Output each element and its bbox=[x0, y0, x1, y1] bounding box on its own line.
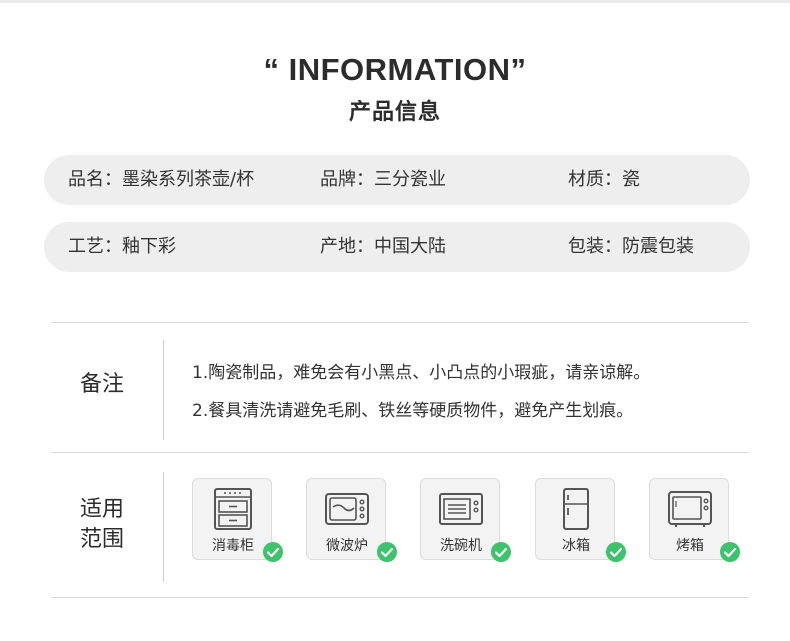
usage-card-label: 冰箱 bbox=[562, 538, 590, 554]
fridge-icon bbox=[563, 488, 589, 530]
sterilizer-icon bbox=[214, 488, 252, 530]
check-icon bbox=[606, 542, 626, 562]
check-icon bbox=[263, 542, 283, 562]
note-line-2: 2.餐具清洗请避免毛刷、铁丝等硬质物件，避免产生划痕。 bbox=[192, 401, 634, 421]
usage-card-fridge: 冰箱 bbox=[535, 478, 626, 562]
page-title-cn: 产品信息 bbox=[348, 100, 441, 125]
info-row-2: 工艺：釉下彩 产地：中国大陆 包装：防震包装 bbox=[44, 222, 750, 272]
info-row-1: 品名：墨染系列茶壶/杯 品牌：三分瓷业 材质：瓷 bbox=[44, 155, 750, 205]
usage-label-line-2: 范围 bbox=[79, 527, 124, 552]
oven-icon bbox=[668, 491, 712, 527]
note-line-1: 1.陶瓷制品，难免会有小黑点、小凸点的小瑕疵，请亲谅解。 bbox=[192, 363, 651, 383]
check-icon bbox=[377, 542, 397, 562]
info-material: 材质：瓷 bbox=[568, 169, 640, 190]
info-craft: 工艺：釉下彩 bbox=[68, 236, 176, 257]
page-title-en: “ INFORMATION” bbox=[263, 52, 527, 87]
microwave-icon bbox=[325, 493, 369, 525]
notes-label: 备注 bbox=[79, 372, 124, 397]
usage-card-oven: 烤箱 bbox=[649, 478, 740, 562]
usage-card-label: 微波炉 bbox=[326, 538, 368, 554]
usage-card-microwave: 微波炉 bbox=[306, 478, 397, 562]
usage-card-label: 洗碗机 bbox=[440, 538, 482, 554]
divider bbox=[52, 452, 748, 453]
usage-label-line-1: 适用 bbox=[79, 497, 124, 522]
divider-vertical bbox=[163, 340, 164, 440]
usage-card-dishwasher: 洗碗机 bbox=[420, 478, 511, 562]
info-packaging: 包装：防震包装 bbox=[568, 236, 694, 257]
divider bbox=[52, 597, 748, 598]
info-product-name: 品名：墨染系列茶壶/杯 bbox=[68, 169, 255, 190]
usage-card-sterilizer: 消毒柜 bbox=[192, 478, 283, 562]
divider bbox=[52, 322, 748, 323]
check-icon bbox=[720, 542, 740, 562]
dishwasher-icon bbox=[439, 493, 483, 525]
check-icon bbox=[491, 542, 511, 562]
usage-label: 适用 范围 bbox=[52, 495, 152, 555]
usage-card-label: 烤箱 bbox=[676, 538, 704, 554]
usage-card-label: 消毒柜 bbox=[212, 538, 254, 554]
info-origin: 产地：中国大陆 bbox=[320, 236, 446, 257]
info-brand: 品牌：三分瓷业 bbox=[320, 169, 446, 190]
divider-vertical bbox=[163, 472, 164, 582]
top-divider bbox=[0, 0, 790, 3]
